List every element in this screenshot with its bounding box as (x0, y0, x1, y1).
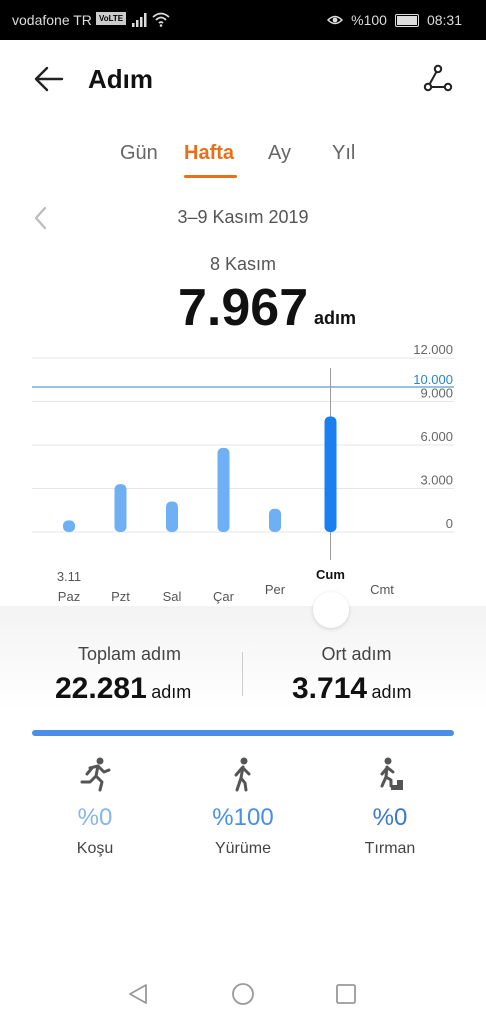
clock: 08:31 (426, 12, 462, 28)
share-icon[interactable] (420, 62, 454, 96)
x-tick-label-Çar: Çar (213, 589, 235, 604)
bar-Sal (166, 501, 178, 532)
bar-Paz (63, 520, 75, 532)
total-steps-unit: adım (151, 682, 192, 702)
tab-ay[interactable]: Ay (268, 142, 291, 165)
tab-gun[interactable]: Gün (120, 142, 158, 165)
nav-recents-icon[interactable] (334, 982, 358, 1006)
active-tab-indicator (184, 175, 237, 178)
x-tick-label-Cum: Cum (316, 567, 345, 582)
first-date-label: 3.11 (57, 569, 81, 584)
page-title: Adım (88, 64, 153, 94)
activity-walking: %100 Yürüme (162, 756, 324, 858)
y-tick-label: 9.000 (420, 386, 453, 401)
bar-Çar (217, 447, 230, 532)
period-tabs: Gün Hafta Ay Yıl (0, 142, 486, 182)
tab-yil[interactable]: Yıl (332, 142, 355, 165)
activity-climbing: %0 Tırman (309, 756, 471, 858)
chart-handle[interactable] (313, 592, 349, 628)
avg-steps-unit: adım (371, 682, 412, 702)
climbing-label: Tırman (364, 840, 416, 857)
walking-icon (162, 756, 324, 792)
walking-percent: %100 (212, 804, 274, 831)
date-range: 3–9 Kasım 2019 (177, 207, 309, 227)
walking-label: Yürüme (214, 840, 272, 857)
climbing-percent: %0 (372, 804, 408, 831)
selected-step-count: 7.967 (178, 279, 309, 337)
running-icon (14, 756, 176, 792)
battery-percent: %100 (351, 12, 387, 28)
y-tick-label: 6.000 (420, 429, 453, 444)
status-bar: vodafone TR VoLTE %100 08:31 (0, 0, 486, 40)
eye-comfort-icon (327, 15, 344, 25)
wifi-icon (152, 12, 170, 27)
x-tick-label-Cmt: Cmt (370, 582, 394, 597)
total-steps: 22.281 adım (55, 672, 191, 706)
tab-hafta[interactable]: Hafta (184, 142, 234, 165)
x-tick-label-Per: Per (265, 582, 286, 597)
arrow-left-icon[interactable] (32, 62, 66, 96)
avg-steps-value: 3.714 (292, 672, 368, 705)
status-right: %100 08:31 (327, 12, 462, 28)
system-nav-bar (0, 960, 486, 1024)
total-steps-label: Toplam adım (77, 644, 182, 664)
activity-running: %0 Koşu (14, 756, 176, 858)
bar-Per (269, 508, 281, 532)
y-tick-label: 0 (446, 516, 453, 531)
carrier-label: vodafone TR (12, 12, 92, 28)
summary-panel (0, 606, 486, 736)
x-tick-label-Paz: Paz (58, 589, 80, 604)
avg-steps: 3.714 adım (292, 672, 412, 706)
weekly-steps-chart[interactable]: 12.000 9.000 6.000 3.000 0 10.000 Paz Pzt Sal Çar… (0, 340, 486, 610)
selected-step-unit: adım (314, 308, 357, 328)
bar-Cum (324, 416, 337, 532)
running-percent: %0 (77, 804, 113, 831)
goal-label: 10.000 (413, 372, 453, 387)
y-tick-label: 12.000 (413, 342, 453, 357)
running-label: Koşu (76, 840, 114, 857)
y-tick-label: 3.000 (420, 473, 453, 488)
nav-home-icon[interactable] (231, 982, 255, 1006)
signal-icon (132, 13, 147, 27)
avg-steps-label: Ort adım (321, 644, 392, 664)
total-steps-value: 22.281 (55, 672, 147, 705)
x-tick-label-Pzt: Pzt (111, 589, 130, 604)
x-tick-label-Sal: Sal (163, 589, 182, 604)
volte-badge: VoLTE (96, 12, 127, 25)
selected-day: 8 Kasım (209, 254, 277, 274)
battery-icon (394, 13, 419, 27)
activity-ratio-bar (32, 730, 454, 736)
climbing-icon (309, 756, 471, 792)
nav-back-icon[interactable] (126, 982, 150, 1006)
bar-Pzt (114, 484, 127, 532)
